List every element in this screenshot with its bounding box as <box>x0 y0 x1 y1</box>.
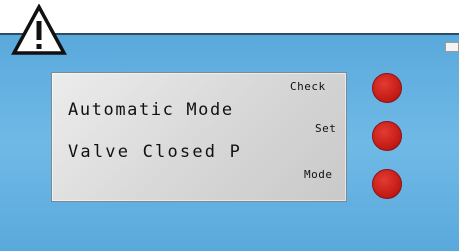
check-button-label: Check <box>290 80 326 93</box>
display-line-2: Valve Closed P <box>68 142 243 162</box>
mode-button[interactable] <box>372 169 402 199</box>
display-line-1: Automatic Mode <box>68 100 234 120</box>
check-button[interactable] <box>372 73 402 103</box>
panel-corner-tab <box>445 42 459 52</box>
set-button-label: Set <box>315 122 337 135</box>
mode-button-label: Mode <box>304 168 333 181</box>
set-button[interactable] <box>372 121 402 151</box>
warning-triangle-icon <box>11 4 67 55</box>
controller-screen: Automatic Mode Valve Closed P Check Set … <box>0 0 459 251</box>
